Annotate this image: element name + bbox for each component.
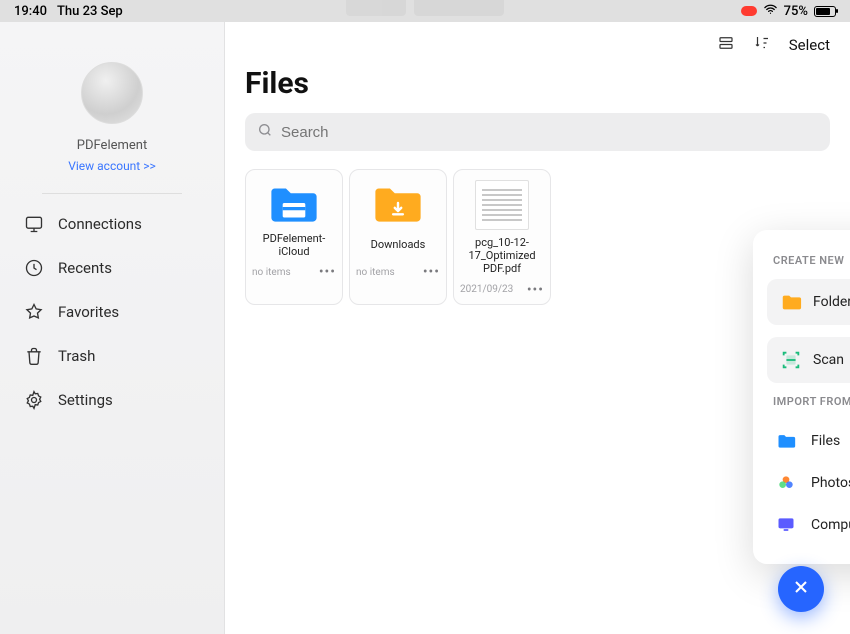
nav-label: Settings [58, 391, 113, 409]
import-computer-button[interactable]: Computer [767, 504, 850, 546]
sidebar: PDFelement View account >> Connections R… [0, 22, 225, 634]
file-name: pcg_10-12-17_Optimized PDF.pdf [460, 236, 544, 276]
app-name: PDFelement [77, 138, 147, 153]
main-content: Select Files PDFelement-iCloud no items … [225, 22, 850, 634]
view-account-link[interactable]: View account >> [68, 159, 156, 173]
list-label: Computer [811, 517, 850, 533]
multitask-indicator [346, 0, 504, 16]
gear-icon [24, 390, 44, 410]
file-sub: 2021/09/23 [460, 284, 513, 295]
list-label: Files [811, 433, 840, 449]
nav-label: Trash [58, 347, 95, 365]
folder-icon [775, 430, 797, 452]
file-sub: no items [356, 267, 395, 278]
file-name: PDFelement-iCloud [252, 232, 336, 258]
nav-trash[interactable]: Trash [24, 346, 200, 366]
folder-icon [268, 182, 320, 224]
trash-icon [24, 346, 44, 366]
create-new-title: CREATE NEW [773, 254, 850, 267]
star-icon [24, 302, 44, 322]
nav-label: Recents [58, 259, 112, 277]
create-scan-button[interactable]: Scan [767, 337, 850, 383]
nav-settings[interactable]: Settings [24, 390, 200, 410]
file-sub: no items [252, 267, 291, 278]
divider [42, 193, 182, 194]
folder-icon [372, 182, 424, 224]
more-icon[interactable]: ••• [423, 264, 440, 280]
avatar[interactable] [81, 62, 143, 124]
page-title: Files [225, 56, 850, 113]
create-new-popup: CREATE NEW Folder Blank PDF [753, 230, 850, 564]
nav-label: Connections [58, 215, 142, 233]
nav-label: Favorites [58, 303, 119, 321]
file-item-folder[interactable]: Downloads no items ••• [349, 169, 447, 305]
monitor-icon [24, 214, 44, 234]
import-photos-button[interactable]: Photos [767, 462, 850, 504]
search-field[interactable] [281, 124, 818, 141]
sort-icon[interactable] [753, 34, 771, 56]
select-button[interactable]: Select [789, 36, 830, 54]
folder-icon [779, 290, 803, 314]
nav-connections[interactable]: Connections [24, 214, 200, 234]
status-time: 19:40 [14, 4, 47, 19]
computer-icon [775, 514, 797, 536]
view-list-icon[interactable] [717, 34, 735, 56]
wifi-icon [763, 2, 778, 21]
search-input[interactable] [245, 113, 830, 151]
nav-recents[interactable]: Recents [24, 258, 200, 278]
import-files-button[interactable]: Files [767, 420, 850, 462]
clock-icon [24, 258, 44, 278]
more-icon[interactable]: ••• [527, 282, 544, 298]
nav-favorites[interactable]: Favorites [24, 302, 200, 322]
battery-icon [814, 6, 836, 17]
create-folder-button[interactable]: Folder [767, 279, 850, 325]
file-item-folder[interactable]: PDFelement-iCloud no items ••• [245, 169, 343, 305]
chip-label: Scan [813, 352, 844, 368]
close-icon [791, 577, 811, 601]
status-date: Thu 23 Sep [57, 4, 123, 19]
chip-label: Folder [813, 294, 850, 310]
scan-icon [779, 348, 803, 372]
topbar: Select [225, 22, 850, 56]
file-item-doc[interactable]: pcg_10-12-17_Optimized PDF.pdf 2021/09/2… [453, 169, 551, 305]
list-label: Photos [811, 475, 850, 491]
file-name: Downloads [371, 232, 426, 258]
photos-icon [775, 472, 797, 494]
more-icon[interactable]: ••• [319, 264, 336, 280]
screen-record-indicator [741, 6, 757, 16]
status-bar: 19:40 Thu 23 Sep 75% [0, 0, 850, 22]
import-from-title: IMPORT FROM [773, 395, 850, 408]
search-icon [257, 122, 273, 142]
document-thumb-icon [475, 180, 529, 230]
close-fab[interactable] [778, 566, 824, 612]
battery-pct: 75% [784, 4, 808, 19]
